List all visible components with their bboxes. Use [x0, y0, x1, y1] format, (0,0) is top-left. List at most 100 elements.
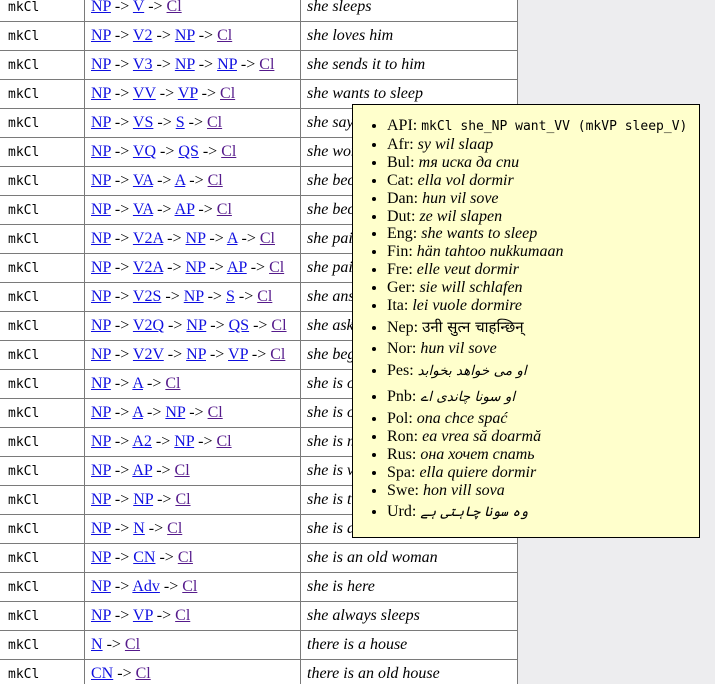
category-link-v2a[interactable]: V2A: [133, 259, 163, 276]
category-link-cl[interactable]: Cl: [260, 230, 275, 247]
category-link-n[interactable]: N: [91, 636, 103, 653]
category-link-ap[interactable]: AP: [227, 259, 247, 276]
category-link-vp[interactable]: VP: [228, 346, 248, 363]
category-link-cl[interactable]: Cl: [257, 288, 272, 305]
category-link-cl[interactable]: Cl: [178, 549, 193, 566]
category-link-cl[interactable]: Cl: [220, 85, 235, 102]
translation-item: Cat: ella vol dormir: [387, 172, 693, 190]
category-link-v2s[interactable]: V2S: [133, 288, 161, 305]
category-link-va[interactable]: VA: [133, 201, 153, 218]
category-link-cl[interactable]: Cl: [208, 172, 223, 189]
category-link-v2a[interactable]: V2A: [133, 230, 163, 247]
category-link-s[interactable]: S: [226, 288, 235, 305]
category-link-va[interactable]: VA: [133, 172, 153, 189]
category-link-cl[interactable]: Cl: [175, 607, 190, 624]
category-link-cl[interactable]: Cl: [271, 317, 286, 334]
function-name-cell: mkCl: [0, 602, 85, 631]
category-link-ap[interactable]: AP: [175, 201, 195, 218]
synopsis-page: mkClNP -> V -> Clshe sleepsmkClNP -> V2 …: [0, 0, 715, 684]
category-link-np[interactable]: NP: [91, 27, 111, 44]
category-link-vq[interactable]: VQ: [133, 143, 156, 160]
category-link-np[interactable]: NP: [91, 578, 111, 595]
category-link-a[interactable]: A: [227, 230, 238, 247]
category-link-np[interactable]: NP: [184, 288, 204, 305]
category-link-np[interactable]: NP: [91, 143, 111, 160]
category-link-vs[interactable]: VS: [133, 114, 153, 131]
category-link-np[interactable]: NP: [91, 491, 111, 508]
category-link-cl[interactable]: Cl: [269, 259, 284, 276]
category-link-np[interactable]: NP: [186, 259, 206, 276]
category-link-np[interactable]: NP: [91, 375, 111, 392]
category-link-np[interactable]: NP: [186, 317, 206, 334]
category-link-np[interactable]: NP: [91, 230, 111, 247]
category-link-np[interactable]: NP: [91, 259, 111, 276]
category-link-cl[interactable]: Cl: [165, 375, 180, 392]
category-link-cl[interactable]: Cl: [136, 665, 151, 682]
category-link-np[interactable]: NP: [91, 462, 111, 479]
api-expression: mkCl she_NP want_VV (mkVP sleep_V): [421, 119, 687, 134]
category-link-vp[interactable]: VP: [133, 607, 153, 624]
category-link-np[interactable]: NP: [91, 607, 111, 624]
category-link-np[interactable]: NP: [91, 404, 111, 421]
category-link-cl[interactable]: Cl: [182, 578, 197, 595]
category-link-adv[interactable]: Adv: [132, 578, 160, 595]
category-link-vp[interactable]: VP: [178, 85, 198, 102]
category-link-a2[interactable]: A2: [132, 433, 152, 450]
category-link-cl[interactable]: Cl: [259, 56, 274, 73]
category-link-cl[interactable]: Cl: [125, 636, 140, 653]
category-link-a[interactable]: A: [132, 375, 143, 392]
category-link-v2[interactable]: V2: [133, 27, 153, 44]
category-link-n[interactable]: N: [133, 520, 145, 537]
category-link-np[interactable]: NP: [91, 85, 111, 102]
category-link-np[interactable]: NP: [186, 346, 206, 363]
category-link-np[interactable]: NP: [133, 491, 153, 508]
category-link-np[interactable]: NP: [91, 317, 111, 334]
category-link-np[interactable]: NP: [174, 433, 194, 450]
category-link-np[interactable]: NP: [175, 56, 195, 73]
category-link-v[interactable]: V: [133, 0, 144, 15]
category-link-cl[interactable]: Cl: [175, 462, 190, 479]
category-link-cl[interactable]: Cl: [217, 201, 232, 218]
category-link-cl[interactable]: Cl: [217, 27, 232, 44]
category-link-np[interactable]: NP: [91, 114, 111, 131]
category-link-qs[interactable]: QS: [229, 317, 249, 334]
category-link-np[interactable]: NP: [91, 172, 111, 189]
category-link-np[interactable]: NP: [91, 201, 111, 218]
category-link-v3[interactable]: V3: [133, 56, 153, 73]
category-link-v2v[interactable]: V2V: [133, 346, 164, 363]
category-link-cl[interactable]: Cl: [207, 114, 222, 131]
category-link-a[interactable]: A: [132, 404, 143, 421]
category-link-np[interactable]: NP: [91, 288, 111, 305]
category-link-np[interactable]: NP: [217, 56, 237, 73]
category-link-qs[interactable]: QS: [178, 143, 198, 160]
category-link-np[interactable]: NP: [91, 56, 111, 73]
category-link-a[interactable]: A: [175, 172, 186, 189]
category-link-cl[interactable]: Cl: [221, 143, 236, 160]
category-link-s[interactable]: S: [176, 114, 185, 131]
category-link-v2q[interactable]: V2Q: [133, 317, 164, 334]
category-link-np[interactable]: NP: [91, 433, 111, 450]
category-link-cn[interactable]: CN: [133, 549, 155, 566]
category-link-np[interactable]: NP: [165, 404, 185, 421]
category-link-np[interactable]: NP: [91, 549, 111, 566]
translation-item: Ron: ea vrea să doarmă: [387, 428, 693, 446]
category-link-np[interactable]: NP: [91, 520, 111, 537]
category-link-np[interactable]: NP: [91, 346, 111, 363]
category-link-np[interactable]: NP: [175, 27, 195, 44]
function-name-cell: mkCl: [0, 573, 85, 602]
rule-signature-cell: NP -> Adv -> Cl: [85, 573, 301, 602]
category-link-cl[interactable]: Cl: [208, 404, 223, 421]
category-link-cl[interactable]: Cl: [270, 346, 285, 363]
category-link-cl[interactable]: Cl: [216, 433, 231, 450]
category-link-cn[interactable]: CN: [91, 665, 113, 682]
category-link-np[interactable]: NP: [186, 230, 206, 247]
category-link-vv[interactable]: VV: [133, 85, 156, 102]
category-link-cl[interactable]: Cl: [167, 0, 182, 15]
category-link-ap[interactable]: AP: [132, 462, 152, 479]
translation-item: Pnb: او سونا چاندی اے: [387, 384, 693, 410]
category-link-np[interactable]: NP: [91, 0, 111, 15]
category-link-cl[interactable]: Cl: [167, 520, 182, 537]
translation-item: Afr: sy wil slaap: [387, 136, 693, 154]
translation-item: Nor: hun vil sove: [387, 340, 693, 358]
category-link-cl[interactable]: Cl: [175, 491, 190, 508]
